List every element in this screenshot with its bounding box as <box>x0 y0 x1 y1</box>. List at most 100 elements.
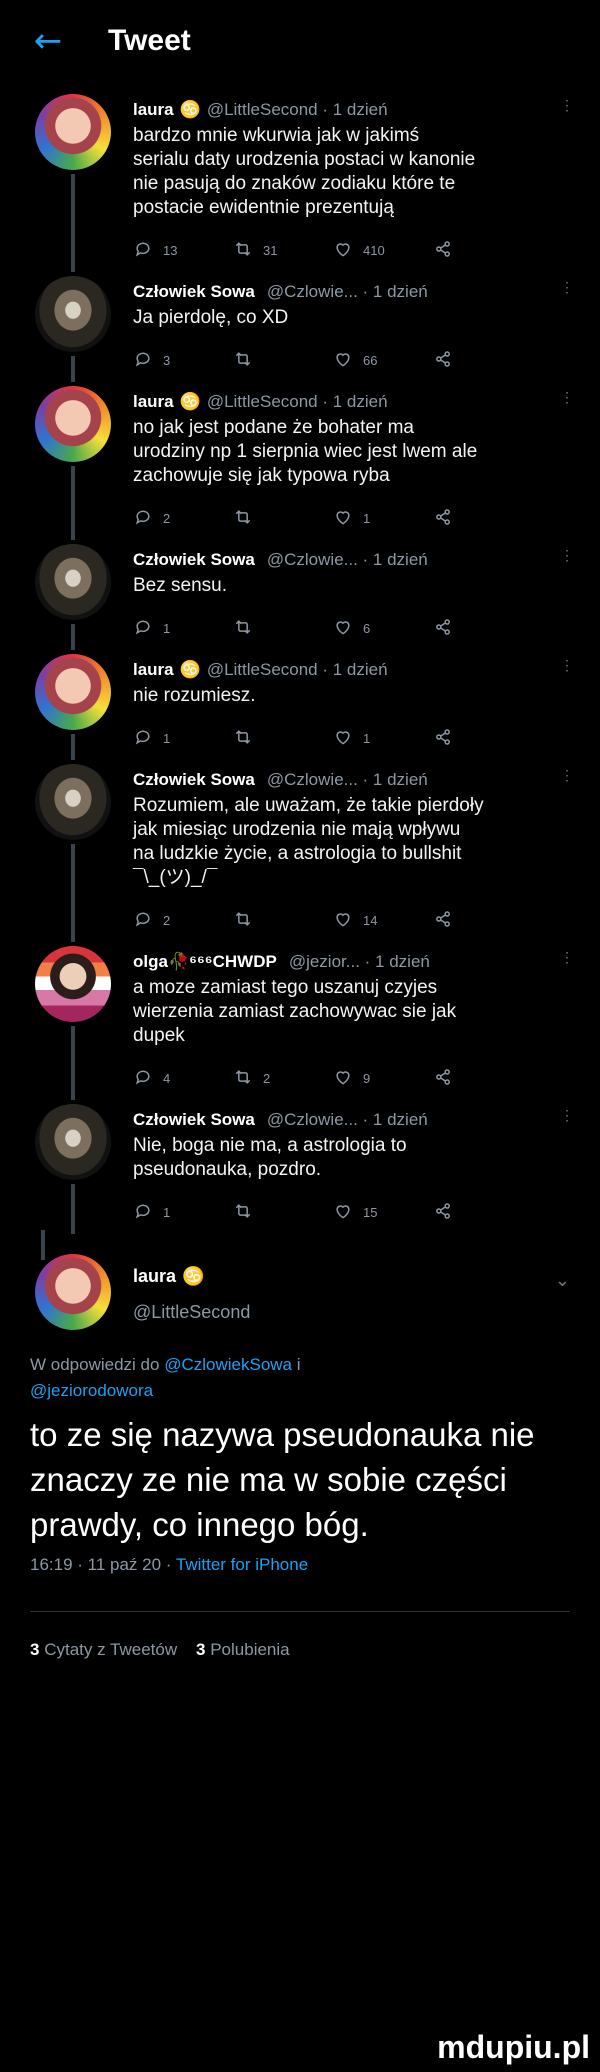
thread-line <box>71 1184 75 1234</box>
avatar[interactable] <box>35 1254 111 1330</box>
more-options-icon[interactable]: ⋮ <box>560 768 574 782</box>
retweet-button[interactable] <box>233 617 333 640</box>
share-button[interactable] <box>433 617 533 640</box>
quotes-stat[interactable]: 3 Cytaty z Tweetów <box>30 1640 177 1659</box>
retweet-icon <box>233 617 263 640</box>
thread-tweet[interactable]: ⋮ Człowiek Sowa @Czlowie... · 1 dzień Ro… <box>0 756 600 942</box>
reply-icon <box>133 727 163 750</box>
reply-button[interactable]: 13 <box>133 239 233 262</box>
retweet-button[interactable]: 31 <box>233 239 333 262</box>
cancer-sign-icon: ♋ <box>179 392 201 411</box>
like-button[interactable]: 66 <box>333 349 433 372</box>
tweet-text: no jak jest podane że bohater ma urodzin… <box>133 417 478 486</box>
heart-icon <box>333 617 363 640</box>
mention-link[interactable]: @jeziorodowora <box>30 1381 153 1400</box>
client-link[interactable]: Twitter for iPhone <box>176 1555 308 1574</box>
like-button[interactable]: 410 <box>333 239 433 262</box>
more-options-icon[interactable]: ⋮ <box>560 1108 574 1122</box>
thread-tweet[interactable]: ⋮ Człowiek Sowa @Czlowie... · 1 dzień Ni… <box>0 1096 600 1234</box>
thread-tweet[interactable]: ⋮ Człowiek Sowa @Czlowie... · 1 dzień Be… <box>0 536 600 650</box>
share-button[interactable] <box>433 727 533 750</box>
like-button[interactable]: 9 <box>333 1067 433 1090</box>
handle[interactable]: @LittleSecond <box>133 1300 250 1324</box>
heart-icon <box>333 727 363 750</box>
reply-count: 3 <box>163 352 171 368</box>
display-name[interactable]: laura <box>133 98 174 122</box>
replying-and: i <box>296 1355 301 1374</box>
reply-count: 2 <box>163 912 171 928</box>
thread-tweet[interactable]: ⋮ laura ♋ @LittleSecond · 1 dzień nie ro… <box>0 646 600 760</box>
retweet-button[interactable] <box>233 909 333 932</box>
avatar[interactable] <box>35 386 111 462</box>
like-count: 410 <box>363 242 385 258</box>
reply-button[interactable]: 1 <box>133 727 233 750</box>
reply-button[interactable]: 4 <box>133 1067 233 1090</box>
reply-button[interactable]: 1 <box>133 617 233 640</box>
display-name[interactable]: laura <box>133 390 174 414</box>
main-tweet-text: to ze się nazywa pseudonauka nie znaczy … <box>30 1416 535 1543</box>
retweet-button[interactable] <box>233 349 333 372</box>
top-bar: ← Tweet <box>0 0 600 82</box>
avatar[interactable] <box>35 1104 111 1180</box>
display-name[interactable]: olga🥀⁶⁶⁶CHWDP <box>133 950 277 974</box>
more-options-icon[interactable]: ⋮ <box>560 658 574 672</box>
display-name[interactable]: laura <box>133 658 174 682</box>
retweet-button[interactable] <box>233 727 333 750</box>
thread-tweet[interactable]: ⋮ laura ♋ @LittleSecond · 1 dzień no jak… <box>0 378 600 540</box>
like-button[interactable]: 1 <box>333 507 433 530</box>
more-options-icon[interactable]: ⋮ <box>560 950 574 964</box>
more-options-icon[interactable]: ⋮ <box>560 390 574 404</box>
share-icon <box>433 617 463 640</box>
share-button[interactable] <box>433 507 533 530</box>
reply-icon <box>133 1067 163 1090</box>
thread-tweet[interactable]: ⋮ laura ♋ @LittleSecond · 1 dzień bardzo… <box>0 86 600 272</box>
tweet-text: Nie, boga nie ma, a astrologia to pseudo… <box>133 1135 407 1180</box>
display-name[interactable]: Człowiek Sowa <box>133 768 255 792</box>
retweet-button[interactable] <box>233 507 333 530</box>
mention-link[interactable]: @CzlowiekSowa <box>164 1355 292 1374</box>
more-options-icon[interactable]: ⋮ <box>560 280 574 294</box>
heart-icon <box>333 909 363 932</box>
reply-button[interactable]: 3 <box>133 349 233 372</box>
likes-stat[interactable]: 3 Polubienia <box>196 1640 290 1659</box>
reply-icon <box>133 909 163 932</box>
display-name[interactable]: Człowiek Sowa <box>133 548 255 572</box>
reply-icon <box>133 617 163 640</box>
like-button[interactable]: 14 <box>333 909 433 932</box>
like-button[interactable]: 6 <box>333 617 433 640</box>
likes-label: Polubienia <box>210 1640 290 1659</box>
retweet-button[interactable]: 2 <box>233 1067 333 1090</box>
avatar[interactable] <box>35 764 111 840</box>
display-name[interactable]: laura <box>133 1266 176 1286</box>
chevron-down-icon[interactable]: ⌄ <box>555 1270 570 1291</box>
share-button[interactable] <box>433 1201 533 1224</box>
back-arrow-icon[interactable]: ← <box>28 21 68 61</box>
like-button[interactable]: 15 <box>333 1201 433 1224</box>
tweet-text: Bez sensu. <box>133 575 227 596</box>
share-button[interactable] <box>433 909 533 932</box>
display-name[interactable]: Człowiek Sowa <box>133 1108 255 1132</box>
reply-icon <box>133 349 163 372</box>
thread-tweet[interactable]: ⋮ olga🥀⁶⁶⁶CHWDP @jezior... · 1 dzień a m… <box>0 938 600 1100</box>
reply-button[interactable]: 2 <box>133 507 233 530</box>
avatar[interactable] <box>35 544 111 620</box>
retweet-icon <box>233 1067 263 1090</box>
display-name[interactable]: Człowiek Sowa <box>133 280 255 304</box>
avatar[interactable] <box>35 276 111 352</box>
avatar[interactable] <box>35 94 111 170</box>
more-options-icon[interactable]: ⋮ <box>560 98 574 112</box>
retweet-button[interactable] <box>233 1201 333 1224</box>
avatar[interactable] <box>35 654 111 730</box>
share-icon <box>433 349 463 372</box>
share-button[interactable] <box>433 349 533 372</box>
reply-button[interactable]: 2 <box>133 909 233 932</box>
share-button[interactable] <box>433 239 533 262</box>
tweet-actions: 4 2 9 <box>133 1060 570 1096</box>
like-button[interactable]: 1 <box>333 727 433 750</box>
reply-button[interactable]: 1 <box>133 1201 233 1224</box>
avatar[interactable] <box>35 946 111 1022</box>
thread-tweet[interactable]: ⋮ Człowiek Sowa @Czlowie... · 1 dzień Ja… <box>0 268 600 382</box>
tweet-actions: 3 66 <box>133 342 570 378</box>
more-options-icon[interactable]: ⋮ <box>560 548 574 562</box>
share-button[interactable] <box>433 1067 533 1090</box>
